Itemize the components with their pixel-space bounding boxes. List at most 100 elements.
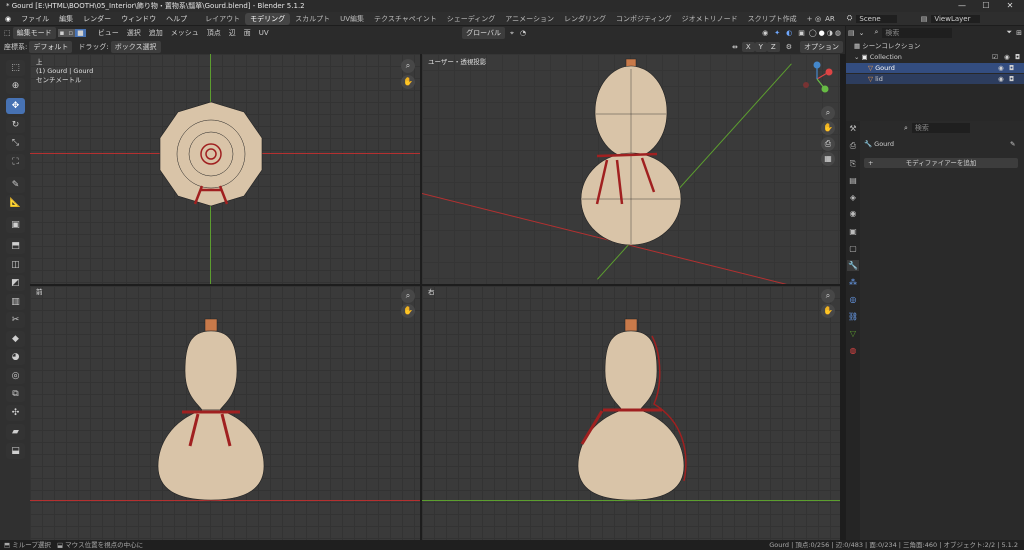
ar-label[interactable]: AR — [825, 15, 835, 23]
outliner-filter-icon[interactable]: ⌄ — [859, 29, 865, 37]
tab-compositing[interactable]: コンポジティング — [611, 13, 677, 25]
pan-hand-icon[interactable]: ✋ — [401, 75, 415, 89]
scale-tool-icon[interactable]: ⤡ — [6, 135, 25, 151]
tab-animation[interactable]: アニメーション — [500, 13, 559, 25]
tab-texture-paint[interactable]: テクスチャペイント — [369, 13, 442, 25]
axis-x-toggle[interactable]: X — [741, 42, 755, 52]
select-mode-edge-icon[interactable]: ▫ — [66, 29, 76, 37]
checkbox-icon[interactable]: ☑ — [992, 52, 998, 62]
object-tab-icon[interactable]: ▢ — [847, 243, 859, 254]
options-menu[interactable]: オプション — [800, 41, 843, 53]
collection-row[interactable]: ⌄ ▣ Collection ☑ ◉ ◘ — [854, 52, 1022, 62]
extrude-tool-icon[interactable]: ⬒ — [6, 238, 25, 254]
mirror-icon[interactable]: ⇹ — [732, 43, 738, 51]
scene-selector[interactable]: Scene — [856, 14, 897, 23]
menu-face[interactable]: 面 — [240, 28, 255, 38]
shading-solid-icon[interactable]: ● — [819, 29, 825, 37]
maximize-button[interactable]: ☐ — [974, 0, 998, 12]
outliner-item-lid[interactable]: ▽ lid ◉ ◘ — [846, 74, 1024, 84]
snap-icon[interactable]: ⌖ — [510, 29, 514, 38]
camera-visibility-icon[interactable]: ◘ — [1009, 63, 1014, 73]
cursor-tool-icon[interactable]: ⊕ — [6, 78, 25, 94]
wrench-icon[interactable]: ⚙ — [786, 43, 792, 51]
pan-hand-icon[interactable]: ✋ — [821, 304, 835, 318]
grid-view-icon[interactable]: ▦ — [821, 152, 835, 166]
visibility-icon[interactable]: ◉ — [762, 29, 768, 37]
shrink-fatten-tool-icon[interactable]: ✣ — [6, 405, 25, 421]
measure-tool-icon[interactable]: 📐 — [6, 195, 25, 211]
xray-icon[interactable]: ▣ — [798, 29, 805, 37]
menu-edit[interactable]: 編集 — [54, 14, 78, 24]
tab-uv-editing[interactable]: UV編集 — [335, 13, 369, 25]
zoom-icon[interactable]: ⌕ — [821, 106, 835, 120]
camera-icon[interactable]: ⎙ — [821, 137, 835, 151]
viewport-top[interactable]: 上 (1) Gourd | Gourd センチメートル ⌕ ✋ — [30, 54, 420, 284]
pan-hand-icon[interactable]: ✋ — [821, 121, 835, 135]
viewport-perspective[interactable]: ユーザー・透視投影 ⌕ ✋ ⎙ ▦ — [422, 54, 840, 284]
drag-selector[interactable]: ボックス選択 — [110, 41, 161, 53]
camera-visibility-icon[interactable]: ◘ — [1015, 52, 1020, 62]
viewlayer-selector[interactable]: ViewLayer — [931, 14, 981, 23]
physics-tab-icon[interactable]: ◎ — [847, 294, 859, 305]
overlay-icon[interactable]: ◐ — [786, 29, 792, 37]
data-tab-icon[interactable]: ▽ — [847, 328, 859, 339]
pin-icon[interactable]: ✎ — [1010, 139, 1015, 149]
select-mode-vertex-icon[interactable]: ▪ — [57, 29, 67, 37]
scene-tab-icon[interactable]: ◈ — [847, 192, 859, 203]
tool-tab-icon[interactable]: ⚒ — [847, 123, 859, 134]
menu-vertex[interactable]: 頂点 — [203, 28, 225, 38]
camera-visibility-icon[interactable]: ◘ — [1009, 74, 1014, 84]
outliner-item-gourd[interactable]: ▽ Gourd ◉ ◘ — [846, 63, 1024, 73]
constraints-tab-icon[interactable]: ⛓ — [847, 311, 859, 322]
menu-uv[interactable]: UV — [255, 29, 273, 37]
material-tab-icon[interactable]: ◍ — [847, 345, 859, 356]
eye-icon[interactable]: ◉ — [1004, 52, 1010, 62]
rip-tool-icon[interactable]: ⬓ — [6, 443, 25, 459]
axis-z-toggle[interactable]: Z — [766, 42, 780, 52]
menu-view[interactable]: ビュー — [94, 28, 123, 38]
viewport-front[interactable]: 前 ⌕ ✋ — [30, 286, 420, 540]
editor-type-icon[interactable]: ⬚ — [4, 29, 11, 37]
tab-scripting[interactable]: スクリプト作成 — [743, 13, 802, 25]
edge-slide-tool-icon[interactable]: ⧉ — [6, 386, 25, 402]
smooth-tool-icon[interactable]: ◎ — [6, 368, 25, 384]
view-layer-tab-icon[interactable]: ▤ — [847, 175, 859, 186]
menu-help[interactable]: ヘルプ — [161, 14, 192, 24]
tab-rendering[interactable]: レンダリング — [559, 13, 611, 25]
poly-build-tool-icon[interactable]: ◆ — [6, 331, 25, 347]
zoom-icon[interactable]: ⌕ — [821, 289, 835, 303]
menu-window[interactable]: ウィンドウ — [116, 14, 161, 24]
add-cube-tool-icon[interactable]: ▣ — [6, 217, 25, 233]
mode-selector[interactable]: 編集モード — [12, 27, 56, 39]
menu-mesh[interactable]: メッシュ — [167, 28, 203, 38]
axis-y-toggle[interactable]: Y — [754, 42, 767, 52]
eye-icon[interactable]: ◉ — [998, 74, 1004, 84]
transform-tool-icon[interactable]: ⛶ — [6, 154, 25, 170]
shear-tool-icon[interactable]: ▰ — [6, 424, 25, 440]
rotate-tool-icon[interactable]: ↻ — [6, 117, 25, 133]
expand-icon[interactable]: ⌄ — [854, 53, 859, 61]
select-mode-face-icon[interactable]: ■ — [75, 29, 86, 37]
gizmo-icon[interactable]: ✦ — [774, 29, 780, 37]
tab-shading[interactable]: シェーディング — [442, 13, 501, 25]
tab-layout[interactable]: レイアウト — [200, 13, 245, 25]
menu-file[interactable]: ファイル — [16, 14, 54, 24]
menu-add[interactable]: 追加 — [145, 28, 167, 38]
particles-tab-icon[interactable]: ⁂ — [847, 277, 859, 288]
render-tab-icon[interactable]: ⎙ — [847, 140, 859, 151]
output-tab-icon[interactable]: ⎘ — [847, 158, 859, 169]
move-tool-icon[interactable]: ✥ — [6, 98, 25, 114]
tab-geometry-nodes[interactable]: ジオメトリノード — [677, 13, 743, 25]
menu-select[interactable]: 選択 — [123, 28, 145, 38]
menu-edge[interactable]: 辺 — [225, 28, 240, 38]
spin-tool-icon[interactable]: ◕ — [6, 349, 25, 365]
pan-hand-icon[interactable]: ✋ — [401, 304, 415, 318]
shading-render-icon[interactable]: ◍ — [835, 29, 841, 37]
new-collection-icon[interactable]: ⊞ — [1016, 29, 1022, 37]
add-modifier-button[interactable]: + モディファイアーを追加 — [864, 158, 1018, 168]
select-box-tool-icon[interactable]: ⬚ — [6, 60, 25, 76]
proportional-edit-icon[interactable]: ◔ — [520, 29, 526, 37]
outliner-search-input[interactable]: 検索 — [882, 27, 953, 38]
navigation-gizmo[interactable] — [797, 59, 837, 99]
funnel-icon[interactable]: ⏷ — [1007, 28, 1013, 37]
